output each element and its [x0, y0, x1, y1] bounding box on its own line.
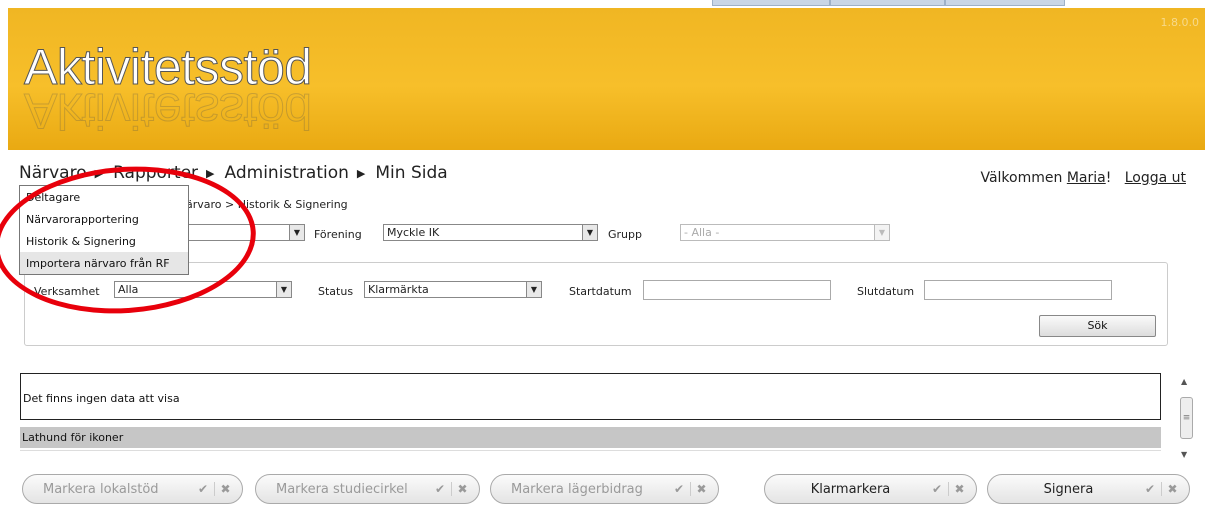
logout-link[interactable]: Logga ut [1125, 170, 1186, 186]
scroll-up-icon[interactable]: ▲ [1181, 377, 1187, 386]
check-icon: ✔ [1144, 482, 1156, 496]
top-tab [712, 0, 830, 6]
markera-lagerbidrag-button[interactable]: Markera lägerbidrag ✔ ✖ [490, 474, 719, 504]
check-icon: ✔ [197, 482, 209, 496]
x-icon: ✖ [948, 482, 970, 496]
check-icon: ✔ [673, 482, 685, 496]
check-icon: ✔ [434, 482, 446, 496]
filter-panel [24, 262, 1168, 346]
main-nav: Närvaro ▶ Rapporter ▶ Administration ▶ M… [19, 163, 456, 183]
icon-legend-header[interactable]: Lathund för ikoner [20, 427, 1161, 448]
chevron-down-icon: ▼ [874, 225, 889, 240]
x-icon: ✖ [1161, 482, 1183, 496]
nav-arrow-icon: ▶ [356, 166, 366, 180]
nav-item-administration[interactable]: Administration [225, 163, 349, 183]
results-table: Det finns ingen data att visa [20, 373, 1161, 420]
check-icon: ✔ [931, 482, 943, 496]
kommun-select[interactable]: ▼ [180, 224, 305, 241]
klarmarkera-button[interactable]: Klarmarkera ✔ ✖ [764, 474, 977, 504]
nav-item-narvaro[interactable]: Närvaro [19, 163, 87, 183]
grupp-select[interactable]: - Alla - ▼ [680, 224, 890, 241]
markera-studiecirkel-button[interactable]: Markera studiecirkel ✔ ✖ [255, 474, 480, 504]
divider [20, 450, 1161, 451]
startdatum-label: Startdatum [569, 285, 632, 298]
menu-item-importera-narvaro[interactable]: Importera närvaro från RF [20, 252, 188, 274]
nav-item-rapporter[interactable]: Rapporter [113, 163, 198, 183]
markera-lokalstod-label: Markera lokalstöd [43, 481, 159, 497]
top-tab [945, 0, 1065, 6]
status-value: Klarmärkta [368, 283, 429, 296]
menu-item-narvarorapportering[interactable]: Närvarorapportering [20, 208, 188, 230]
x-icon: ✖ [214, 482, 236, 496]
chevron-down-icon: ▼ [276, 282, 291, 297]
narvaro-dropdown-menu: Deltagare Närvarorapportering Historik &… [19, 185, 189, 275]
verksamhet-select[interactable]: Alla ▼ [114, 281, 292, 298]
welcome-suffix: ! [1105, 170, 1112, 186]
forening-label: Förening [314, 228, 362, 241]
slutdatum-input[interactable] [924, 280, 1112, 300]
nav-arrow-icon: ▶ [206, 166, 215, 180]
signera-button[interactable]: Signera ✔ ✖ [987, 474, 1190, 504]
verksamhet-value: Alla [118, 283, 139, 296]
status-select[interactable]: Klarmärkta ▼ [364, 281, 542, 298]
startdatum-input[interactable] [643, 280, 831, 300]
chevron-down-icon: ▼ [582, 225, 597, 240]
menu-item-historik-signering[interactable]: Historik & Signering [20, 230, 188, 252]
grupp-label: Grupp [608, 228, 642, 241]
scrollbar[interactable]: ▲ ≡ ▼ [1178, 373, 1194, 463]
markera-studiecirkel-label: Markera studiecirkel [276, 481, 408, 497]
klarmarkera-label: Klarmarkera [810, 481, 891, 497]
forening-value: Myckle IK [387, 226, 440, 239]
x-icon: ✖ [451, 482, 473, 496]
chevron-down-icon: ▼ [526, 282, 541, 297]
chevron-down-icon: ▼ [289, 225, 304, 240]
version-label: 1.8.0.0 [1160, 16, 1199, 29]
search-button[interactable]: Sök [1039, 315, 1156, 337]
forening-select[interactable]: Myckle IK ▼ [383, 224, 598, 241]
nav-item-min-sida[interactable]: Min Sida [375, 163, 447, 183]
verksamhet-label: Verksamhet [34, 285, 100, 298]
grupp-value: - Alla - [684, 226, 720, 239]
signera-label: Signera [1043, 481, 1094, 497]
slutdatum-label: Slutdatum [857, 285, 915, 298]
user-link[interactable]: Maria [1067, 170, 1106, 186]
welcome-prefix: Välkommen [980, 170, 1067, 186]
top-tab [830, 0, 945, 6]
x-icon: ✖ [690, 482, 712, 496]
scroll-down-icon[interactable]: ▼ [1181, 450, 1187, 459]
app-logo-reflection: Aktivitetsstöd [24, 83, 313, 140]
markera-lokalstod-button[interactable]: Markera lokalstöd ✔ ✖ [22, 474, 243, 504]
empty-message: Det finns ingen data att visa [23, 392, 180, 405]
welcome-area: Välkommen Maria! Logga ut [980, 170, 1186, 186]
menu-item-deltagare[interactable]: Deltagare [20, 186, 188, 208]
nav-arrow-icon: ▶ [94, 166, 104, 180]
status-label: Status [318, 285, 354, 298]
breadcrumb: ärvaro > Historik & Signering [186, 198, 348, 211]
scroll-thumb[interactable]: ≡ [1180, 397, 1193, 439]
markera-lagerbidrag-label: Markera lägerbidrag [511, 481, 643, 497]
